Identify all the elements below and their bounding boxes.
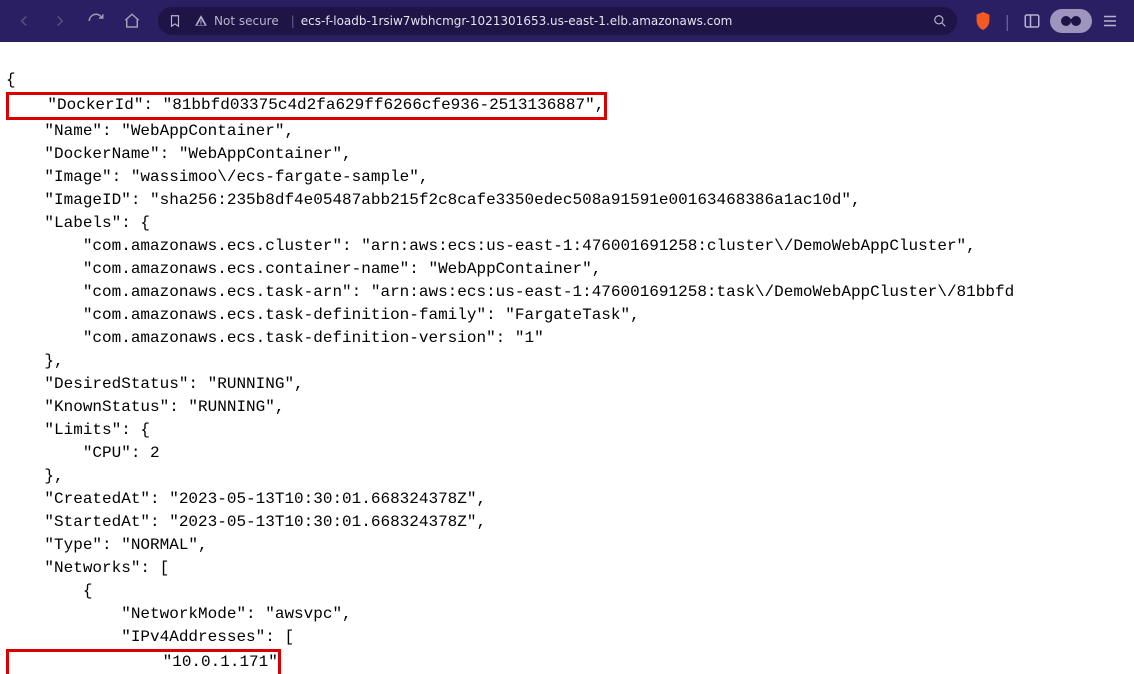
json-line: { — [6, 71, 16, 89]
json-line: "Limits": { — [6, 421, 150, 439]
json-line: "Name": "WebAppContainer", — [6, 122, 294, 140]
json-line: "com.amazonaws.ecs.container-name": "Web… — [6, 260, 601, 278]
url-text: ecs-f-loadb-1rsiw7wbhcmgr-1021301653.us-… — [301, 14, 733, 28]
json-line: "ImageID": "sha256:235b8df4e05487abb215f… — [6, 191, 861, 209]
brave-shield-icon[interactable] — [967, 5, 999, 37]
forward-button[interactable] — [44, 5, 76, 37]
separator: | — [291, 14, 295, 28]
bookmark-icon[interactable] — [168, 14, 182, 28]
json-line: "com.amazonaws.ecs.task-definition-famil… — [6, 306, 640, 324]
json-line: "Labels": { — [6, 214, 150, 232]
json-line: "Networks": [ — [6, 559, 169, 577]
not-secure-label: Not secure — [214, 14, 279, 28]
highlight-docker-id: "DockerId": "81bbfd03375c4d2fa629ff6266c… — [6, 92, 607, 120]
search-icon[interactable] — [933, 14, 947, 28]
right-controls: | — [967, 5, 1126, 37]
json-line: "NetworkMode": "awsvpc", — [6, 605, 352, 623]
json-line: "DesiredStatus": "RUNNING", — [6, 375, 304, 393]
private-mode-icon[interactable] — [1050, 9, 1092, 33]
warning-icon — [194, 14, 208, 28]
json-line: "DockerName": "WebAppContainer", — [6, 145, 352, 163]
reload-button[interactable] — [80, 5, 112, 37]
json-line: { — [6, 582, 92, 600]
json-line: "CreatedAt": "2023-05-13T10:30:01.668324… — [6, 490, 486, 508]
json-line: "com.amazonaws.ecs.task-definition-versi… — [6, 329, 544, 347]
json-line: "Image": "wassimoo\/ecs-fargate-sample", — [6, 168, 428, 186]
home-button[interactable] — [116, 5, 148, 37]
page-content: { "DockerId": "81bbfd03375c4d2fa629ff626… — [0, 42, 1134, 674]
json-line: "StartedAt": "2023-05-13T10:30:01.668324… — [6, 513, 486, 531]
address-bar[interactable]: Not secure | ecs-f-loadb-1rsiw7wbhcmgr-1… — [158, 7, 957, 35]
json-line: "com.amazonaws.ecs.cluster": "arn:aws:ec… — [6, 237, 976, 255]
json-line: "KnownStatus": "RUNNING", — [6, 398, 284, 416]
json-line: "IPv4Addresses": [ — [6, 628, 294, 646]
menu-button[interactable] — [1094, 5, 1126, 37]
json-line: "CPU": 2 — [6, 444, 160, 462]
highlight-ip: "10.0.1.171" — [6, 649, 281, 674]
back-button[interactable] — [8, 5, 40, 37]
json-line: "Type": "NORMAL", — [6, 536, 208, 554]
json-line: "com.amazonaws.ecs.task-arn": "arn:aws:e… — [6, 283, 1014, 301]
json-line: }, — [6, 467, 64, 485]
json-line: }, — [6, 352, 64, 370]
browser-toolbar: Not secure | ecs-f-loadb-1rsiw7wbhcmgr-1… — [0, 0, 1134, 42]
sidebar-toggle-icon[interactable] — [1016, 5, 1048, 37]
